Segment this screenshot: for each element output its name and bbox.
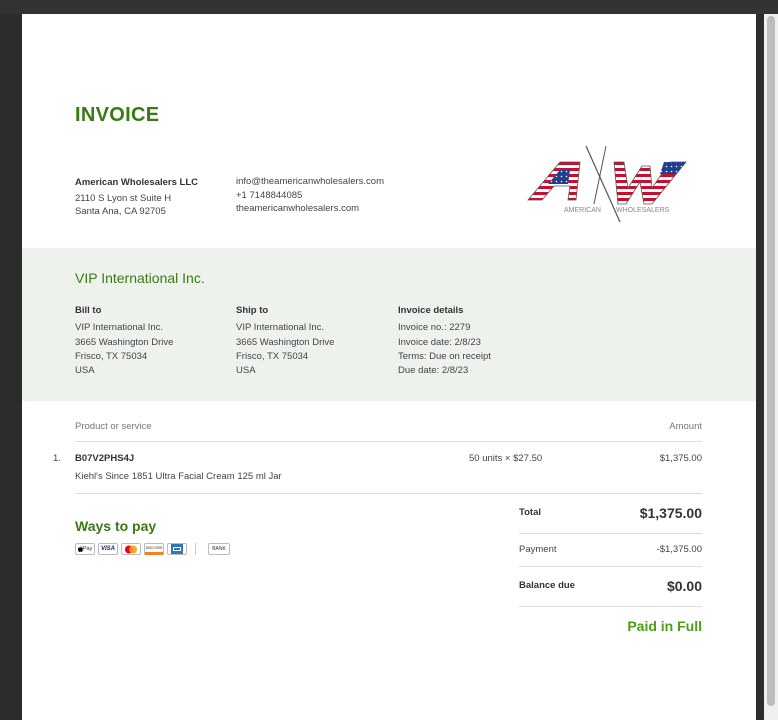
ship-to-line: VIP International Inc. — [236, 322, 325, 334]
item-description: Kiehl's Since 1851 Ultra Facial Cream 12… — [75, 471, 282, 482]
ways-to-pay-title: Ways to pay — [75, 518, 157, 534]
ship-to-line: USA — [236, 365, 256, 377]
customer-name: VIP International Inc. — [75, 270, 205, 286]
discover-icon: DISCOVER — [144, 543, 164, 555]
apple-pay-icon: Pay — [75, 543, 95, 555]
company-logo: AMERICAN WHOLESALERS — [527, 145, 687, 223]
seller-website: theamericanwholesalers.com — [236, 203, 360, 214]
ship-to-section: Ship to VIP International Inc. 3665 Wash… — [236, 304, 334, 378]
logo-word-american: AMERICAN — [564, 207, 601, 214]
seller-address-line2: Santa Ana, CA 92705 — [75, 206, 166, 217]
seller-name: American Wholesalers LLC — [75, 177, 199, 188]
seller-email: info@theamericanwholesalers.com — [236, 176, 384, 187]
total-value: $1,375.00 — [639, 505, 702, 521]
customer-band: VIP International Inc. Bill to VIP Inter… — [22, 248, 756, 401]
payment-methods: Pay VISA DISCOVER BANK — [75, 543, 230, 555]
vertical-scrollbar[interactable] — [764, 14, 778, 720]
seller-phone: +1 7148844085 — [236, 189, 303, 201]
item-amount: $1,375.00 — [659, 453, 702, 464]
logo-word-wholesalers: WHOLESALERS — [616, 207, 670, 214]
bill-to-section: Bill to VIP International Inc. 3665 Wash… — [75, 304, 173, 378]
bill-to-line: 3665 Washington Drive — [75, 336, 174, 348]
divider — [75, 493, 702, 494]
amex-icon — [167, 543, 187, 555]
invoice-title: INVOICE — [75, 104, 160, 126]
invoice-details-section: Invoice details Invoice no.: 2279 Invoic… — [398, 304, 491, 378]
divider — [519, 566, 702, 567]
ship-to-line: Frisco, TX 75034 — [236, 350, 309, 362]
mastercard-icon — [121, 543, 141, 555]
invoice-date: Invoice date: 2/8/23 — [398, 336, 481, 348]
visa-icon: VISA — [98, 543, 118, 555]
balance-due-value: $0.00 — [666, 578, 702, 594]
scrollbar-thumb[interactable] — [767, 16, 775, 706]
invoice-terms: Terms: Due on receipt — [398, 350, 491, 362]
divider — [519, 533, 702, 534]
invoice-page: INVOICE American Wholesalers LLC 2110 S … — [22, 14, 756, 720]
column-header-product: Product or service — [75, 421, 152, 432]
seller-address: American Wholesalers LLC 2110 S Lyon st … — [75, 176, 198, 218]
column-header-amount: Amount — [669, 421, 702, 432]
ship-to-line: 3665 Washington Drive — [236, 336, 335, 348]
paid-status: Paid in Full — [627, 618, 702, 634]
payment-value: -$1,375.00 — [656, 544, 702, 555]
divider — [519, 606, 702, 607]
bill-to-line: Frisco, TX 75034 — [75, 350, 148, 362]
payment-divider — [195, 543, 196, 555]
ship-to-heading: Ship to — [236, 305, 269, 316]
invoice-due-date: Due date: 2/8/23 — [398, 365, 469, 377]
bill-to-line: USA — [75, 365, 95, 377]
bill-to-heading: Bill to — [75, 305, 102, 316]
payment-label: Payment — [519, 544, 557, 555]
balance-due-label: Balance due — [519, 580, 575, 591]
item-sku: B07V2PHS4J — [75, 453, 135, 464]
invoice-details-heading: Invoice details — [398, 305, 464, 316]
bill-to-line: VIP International Inc. — [75, 322, 164, 334]
seller-contact: info@theamericanwholesalers.com +1 71488… — [236, 175, 384, 216]
seller-address-line1: 2110 S Lyon st Suite H — [75, 193, 172, 204]
window-top-bar — [0, 0, 778, 14]
divider — [75, 441, 702, 442]
invoice-number: Invoice no.: 2279 — [398, 322, 471, 334]
item-number: 1. — [53, 453, 61, 464]
bank-icon: BANK — [208, 543, 230, 555]
item-quantity: 50 units × $27.50 — [469, 453, 543, 464]
total-label: Total — [519, 507, 541, 518]
